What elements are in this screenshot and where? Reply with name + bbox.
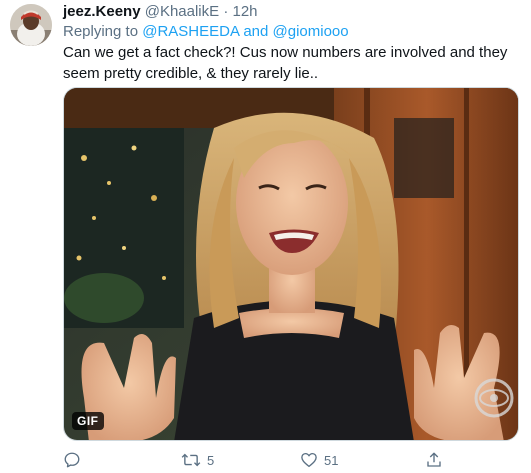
reply-button[interactable] xyxy=(63,450,81,470)
mention-link-1[interactable]: @RASHEEDA xyxy=(142,23,239,40)
retweet-count: 5 xyxy=(207,452,215,468)
tweet-header: jeez.Keeny @KhaalikE · 12h xyxy=(63,2,258,22)
reply-icon xyxy=(64,452,80,468)
avatar-image xyxy=(10,4,52,46)
like-count: 51 xyxy=(324,452,339,468)
replying-to: Replying to @RASHEEDA and @giomiooo xyxy=(63,22,349,42)
tweet[interactable]: jeez.Keeny @KhaalikE · 12h Replying to @… xyxy=(0,0,531,473)
avatar[interactable] xyxy=(10,4,52,46)
tweet-text: Can we get a fact check?! Cus now number… xyxy=(63,44,508,82)
display-name[interactable]: jeez.Keeny xyxy=(63,3,141,20)
retweet-icon xyxy=(181,453,201,467)
timestamp[interactable]: 12h xyxy=(233,3,258,20)
mention-link-2[interactable]: @giomiooo xyxy=(273,23,349,40)
heart-icon xyxy=(301,452,317,468)
tweet-action-bar: 5 51 xyxy=(63,450,463,470)
replying-prefix: Replying to xyxy=(63,23,139,40)
share-button[interactable] xyxy=(425,450,443,470)
like-button[interactable]: 51 xyxy=(300,450,338,470)
user-handle[interactable]: @KhaalikE xyxy=(145,3,219,20)
retweet-button[interactable]: 5 xyxy=(181,450,214,470)
separator-dot: · xyxy=(223,3,229,20)
share-icon xyxy=(427,452,441,467)
gif-image xyxy=(64,88,518,440)
tweet-media-gif[interactable]: GIF xyxy=(63,87,519,441)
gif-badge: GIF xyxy=(72,412,104,430)
replying-and: and xyxy=(243,23,269,40)
